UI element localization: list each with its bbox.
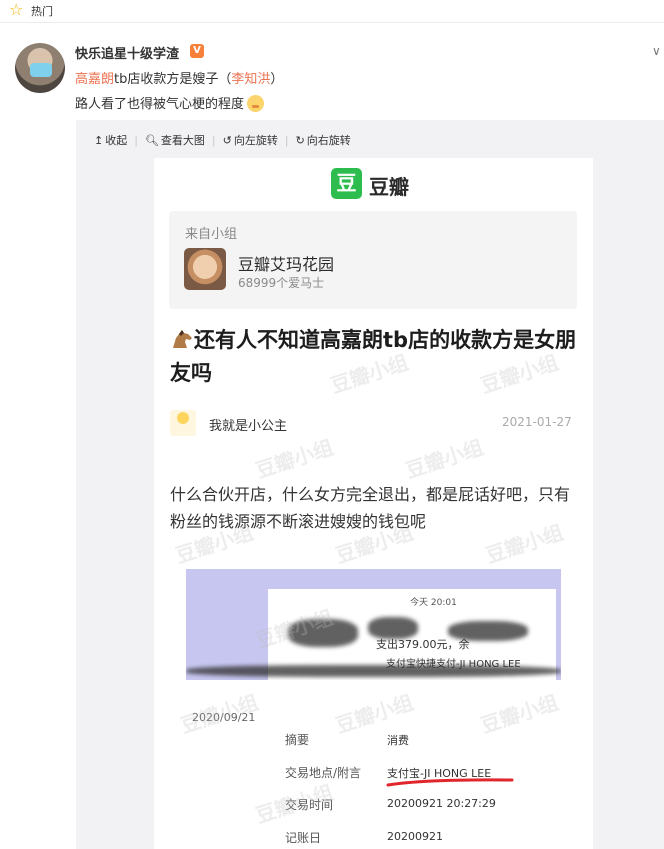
bank-notification-image: 今天 20:01 支出379.00元，余 支付宝快捷支付-JI HONG LEE [186,569,561,680]
record-value: 消费 [387,734,409,747]
douban-screenshot-image[interactable]: 豆 豆瓣 来自小组 豆瓣艾玛花园 68999个爱马士 还有人不知道高嘉朗tb店的… [154,158,593,849]
record-label: 交易时间 [285,798,334,812]
post-text-segment: 路人看了也得被气心梗的程度 [75,97,245,112]
rotate-left-button[interactable]: ↺ 向左旋转 [223,132,278,148]
douban-post-title-text: 还有人不知道高嘉朗tb店的收款方是女朋友吗 [170,328,577,385]
douban-logo-text: 豆瓣 [369,175,409,199]
view-large-label: 查看大图 [160,134,205,147]
notification-time: 今天 20:01 [410,598,457,608]
rotate-right-icon: ↻ [295,133,305,147]
divider: | [134,133,138,147]
collapse-arrow-icon: ↥ [94,133,104,147]
red-underline-annotation [386,778,514,787]
douban-post-title: 还有人不知道高嘉朗tb店的收款方是女朋友吗 [170,324,580,390]
view-large-button[interactable]: 🔍︎ 查看大图 [145,132,205,148]
record-label: 交易地点/附言 [285,766,362,780]
post-text-line1: 高嘉朗tb店收款方是嫂子（李知洪） [75,68,283,87]
record-value: 20200921 [387,830,443,843]
divider: | [211,133,216,147]
group-card: 来自小组 豆瓣艾玛花园 68999个爱马士 [169,211,577,309]
mention-link[interactable]: 李知洪 [231,72,270,87]
post-text-segment: tb店收款方是嫂子（ [114,72,232,87]
star-icon: ☆ [9,0,24,19]
group-name: 豆瓣艾玛花园 [238,255,335,274]
watermark: 豆瓣小组 [252,435,337,483]
username[interactable]: 快乐追星十级学渣 [75,43,179,62]
group-member-count: 68999个爱马士 [238,276,325,290]
redaction-scribble [186,665,561,677]
author-avatar [170,410,196,436]
watermark: 豆瓣小组 [477,690,562,738]
mention-link[interactable]: 高嘉朗 [75,72,114,87]
post-text-line2: 路人看了也得被气心梗的程度 [75,93,265,112]
top-bar: ☆ 热门 [0,0,664,23]
divider: | [284,133,289,147]
record-value: 20200921 20:27:29 [387,797,496,810]
post-text-segment: ） [270,72,284,87]
rotate-left-label: 向左旋转 [233,134,278,147]
collapse-button[interactable]: ↥ 收起 [94,132,127,148]
hot-label[interactable]: 热门 [31,3,53,19]
chevron-down-icon[interactable]: ∨ [652,44,661,58]
from-group-label: 来自小组 [185,227,238,242]
search-icon: 🔍︎ [144,133,159,147]
image-toolbar: ↥ 收起 | 🔍︎ 查看大图 | ↺ 向左旋转 | ↻ 向右旋转 [94,132,351,148]
group-avatar [184,248,226,290]
douban-logo-icon: 豆 [331,168,362,199]
douban-post-body: 什么合伙开店，什么女方完全退出，都是屁话好吧，只有粉丝的钱源源不断滚进嫂嫂的钱包… [170,485,571,531]
collapse-label: 收起 [105,134,128,147]
record-date: 2020/09/21 [192,711,256,724]
rotate-right-button[interactable]: ↻ 向右旋转 [296,132,351,148]
watermark: 豆瓣小组 [402,435,487,483]
redaction-scribble [288,619,358,647]
horse-emoji-icon [173,330,192,348]
verified-badge-icon: V [190,44,204,58]
record-label: 记账日 [285,831,322,845]
watermark: 豆瓣小组 [332,690,417,738]
record-label: 摘要 [285,733,310,747]
rotate-right-label: 向右旋转 [306,134,351,147]
author-name: 我就是小公主 [209,419,288,434]
emoji-icon [247,95,265,112]
post-date: 2021-01-27 [502,415,572,429]
notification-amount: 支出379.00元，余 [376,638,470,651]
rotate-left-icon: ↺ [222,133,232,147]
avatar[interactable] [15,43,65,93]
